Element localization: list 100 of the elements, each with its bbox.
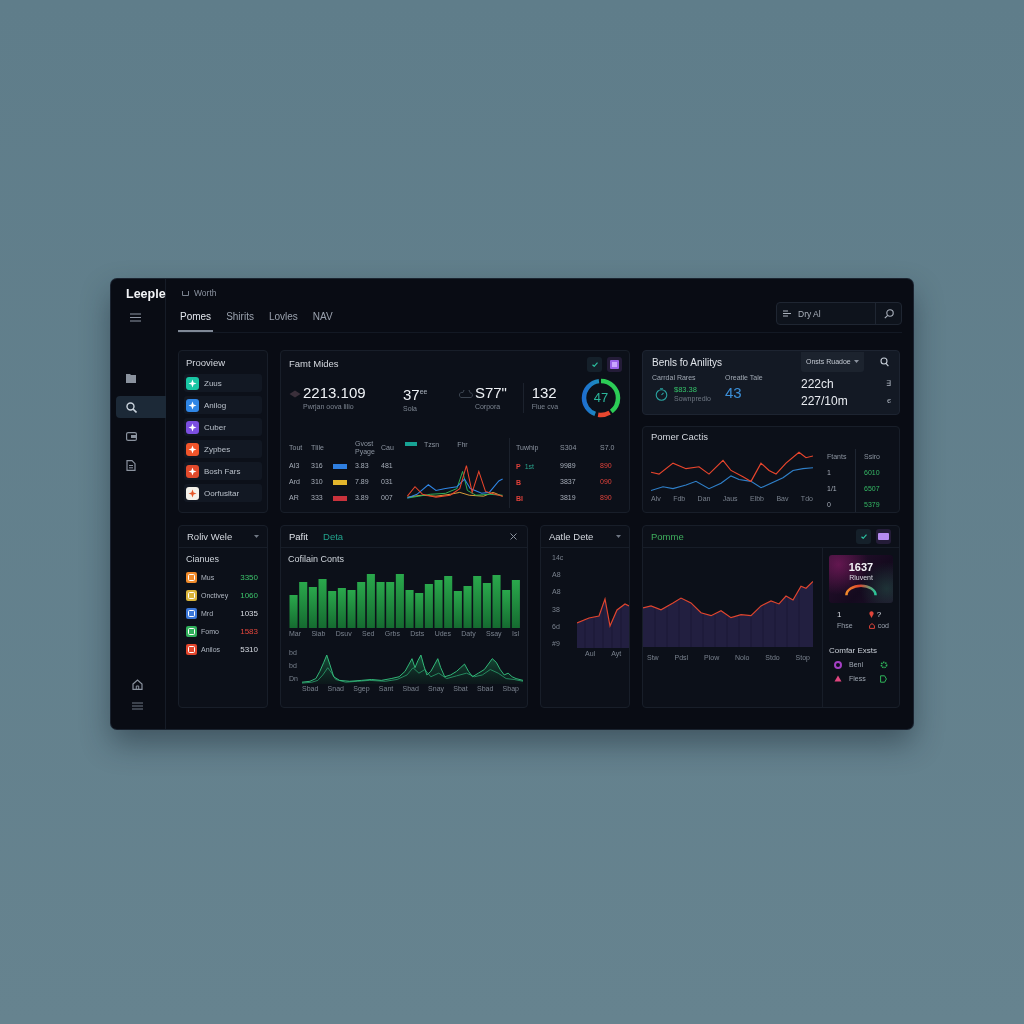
tag-icon <box>880 674 887 683</box>
panel-title: Pomme <box>651 530 684 543</box>
item-value: 5310 <box>240 644 258 654</box>
item-value: 1035 <box>240 608 258 618</box>
stat-value: 2213.109 <box>303 385 366 401</box>
pin-icon <box>868 611 874 618</box>
chart-area <box>577 599 629 648</box>
metric-value: 43 <box>725 385 742 401</box>
chart-bar <box>376 582 385 628</box>
chart-bar <box>318 579 327 628</box>
ring-value: 47 <box>592 390 610 406</box>
caret-icon <box>616 535 621 538</box>
close-button[interactable] <box>508 531 519 542</box>
chart-bar <box>386 582 395 628</box>
chart-bar <box>415 593 424 628</box>
panel-title: Aatle Dete <box>549 530 594 543</box>
square-button[interactable] <box>607 356 622 372</box>
panel-title: Benls fo Anilitys <box>652 357 724 369</box>
gauge-arc <box>843 584 879 596</box>
document-icon <box>126 459 136 471</box>
chart-bar <box>405 590 414 628</box>
stat-value: 132 <box>531 385 558 401</box>
chart-bar <box>444 576 453 628</box>
search-field[interactable]: Dry Al <box>776 302 902 325</box>
list-item[interactable]: Oorfusltar <box>184 484 262 502</box>
panel-title: Famt Mides <box>289 358 339 370</box>
reading-unit: ∃ <box>886 379 891 388</box>
stat-value: S77" <box>474 385 507 401</box>
tray-icon <box>182 290 189 296</box>
square-icon <box>610 359 619 369</box>
item-value: 1583 <box>240 626 258 636</box>
chart-bar <box>308 587 317 628</box>
chart-title: Cofilain Conts <box>288 554 346 565</box>
panel-title: Pomer Cactis <box>651 431 709 443</box>
chart-bar <box>473 576 482 628</box>
section-title: Comfar Exsts <box>829 646 878 655</box>
tab[interactable]: Pomes <box>178 307 214 332</box>
card-value: 1637 <box>848 561 874 573</box>
close-icon <box>510 533 517 540</box>
chart-bar <box>328 591 337 628</box>
list-item[interactable]: Zuus <box>184 374 262 392</box>
caret-icon <box>853 360 859 363</box>
panel-title: Roliv Wele <box>187 530 233 543</box>
search-icon <box>883 308 894 319</box>
section-title: Cianues <box>186 554 221 565</box>
stat-value: ? <box>876 610 882 619</box>
list-icon <box>783 310 791 317</box>
home-button[interactable] <box>131 678 143 690</box>
reading-unit: є <box>886 396 891 405</box>
breadcrumb: Worth <box>194 288 217 298</box>
search-button[interactable] <box>878 354 891 369</box>
folder-icon <box>126 373 136 383</box>
chart-bar <box>299 582 308 628</box>
diamond-icon <box>289 390 301 398</box>
ring-chart <box>580 377 622 419</box>
tab[interactable]: Lovles <box>266 307 300 332</box>
tab[interactable]: Pafit <box>289 530 308 543</box>
reading-value: 222ch <box>801 376 834 391</box>
chart-bar <box>347 590 356 628</box>
menu-icon <box>130 312 141 322</box>
rectangle-icon <box>878 533 889 540</box>
caret-icon <box>254 535 259 538</box>
search-icon <box>880 356 889 367</box>
card-icon <box>126 431 137 441</box>
chart-bar <box>492 575 501 628</box>
menu-button[interactable] <box>130 312 141 322</box>
check-icon <box>591 361 598 367</box>
reading-value: 227/10m <box>801 393 848 408</box>
chart-bar <box>463 586 472 628</box>
check-button[interactable] <box>856 529 871 544</box>
cloud-icon <box>458 390 473 398</box>
home-icon <box>131 678 143 690</box>
chart-bar <box>482 583 491 628</box>
tab[interactable]: Shirits <box>224 307 256 332</box>
tab[interactable]: NAV <box>310 307 335 332</box>
chart-bar <box>424 584 433 628</box>
search-icon <box>126 401 137 413</box>
chart-bar <box>395 574 404 628</box>
panel-title: Prooview <box>186 357 227 369</box>
check-button[interactable] <box>587 356 602 372</box>
check-icon <box>860 534 867 539</box>
stat-value: 1 <box>837 610 842 619</box>
chart-line <box>577 596 629 629</box>
tab[interactable]: Deta <box>323 530 344 543</box>
chart-bar <box>337 588 346 628</box>
chart-bar <box>511 580 520 628</box>
chart-bar <box>357 582 366 628</box>
rectangle-button[interactable] <box>876 529 891 544</box>
stat-value: 37$^{ee}$ <box>402 384 428 403</box>
item-value: 1060 <box>240 590 258 600</box>
chart-bar <box>289 595 298 628</box>
app-logo: Leeple <box>125 286 166 302</box>
nav-item[interactable] <box>116 396 166 418</box>
menu-icon <box>131 702 143 710</box>
list-item[interactable]: Cuber <box>184 418 262 436</box>
chart-bar <box>366 574 375 628</box>
list-item[interactable]: Anilog <box>184 396 262 414</box>
chart-bar <box>434 580 443 628</box>
list-item[interactable]: Bosh Fars <box>184 462 262 480</box>
list-item[interactable]: Zypbes <box>184 440 262 458</box>
